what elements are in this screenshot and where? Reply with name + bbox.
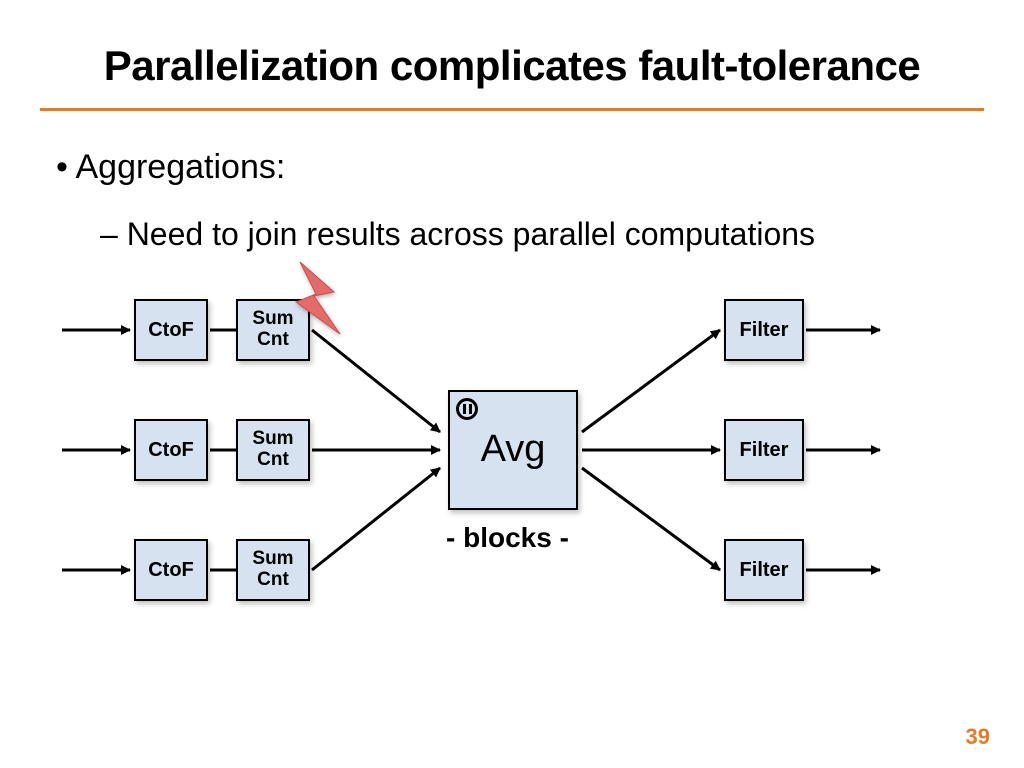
bullet-level-2: Need to join results across parallel com… bbox=[100, 216, 815, 253]
diagram: CtoF Sum Cnt Filter CtoF Sum Cnt Filter … bbox=[0, 260, 1024, 700]
ctof-box-1: CtoF bbox=[134, 299, 208, 361]
avg-label: Avg bbox=[481, 429, 546, 471]
pause-icon bbox=[456, 398, 478, 420]
lightning-bolt-icon bbox=[276, 262, 356, 358]
slide: Parallelization complicates fault-tolera… bbox=[0, 0, 1024, 768]
ctof-box-3: CtoF bbox=[134, 539, 208, 601]
blocks-caption: - blocks - bbox=[446, 522, 569, 554]
ctof-box-2: CtoF bbox=[134, 419, 208, 481]
sumcnt-box-3: Sum Cnt bbox=[236, 539, 310, 601]
sumcnt-box-2: Sum Cnt bbox=[236, 419, 310, 481]
page-number: 39 bbox=[966, 724, 990, 750]
filter-box-3: Filter bbox=[724, 539, 804, 601]
slide-title: Parallelization complicates fault-tolera… bbox=[0, 42, 1024, 90]
filter-box-2: Filter bbox=[724, 419, 804, 481]
filter-box-1: Filter bbox=[724, 299, 804, 361]
avg-box: Avg bbox=[448, 390, 578, 510]
title-underline bbox=[40, 108, 984, 111]
bullet-level-1: Aggregations: bbox=[56, 148, 285, 187]
